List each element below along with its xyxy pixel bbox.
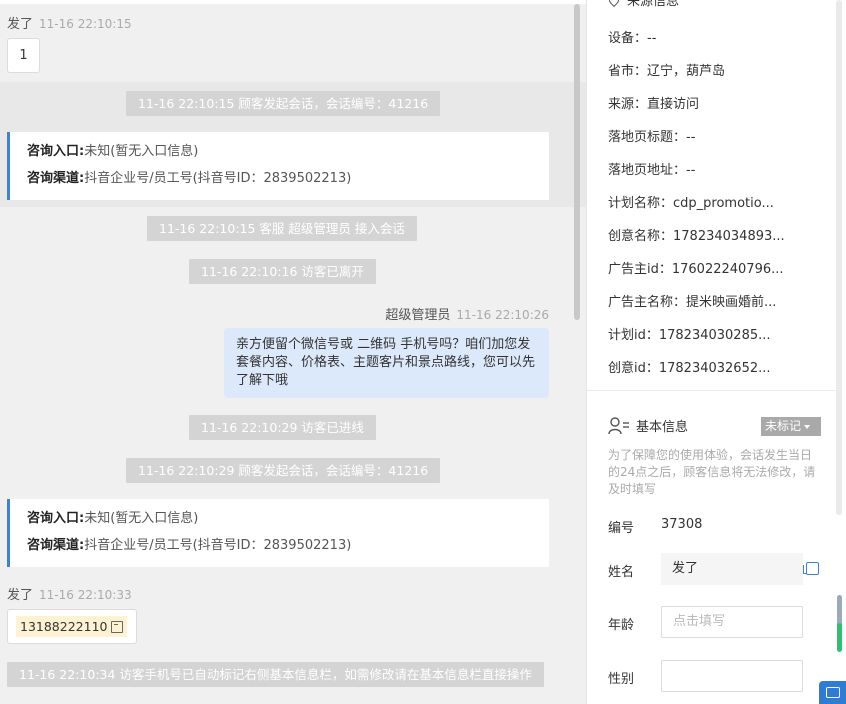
gender-field[interactable]: [661, 660, 803, 692]
chat-scrollbar[interactable]: [574, 4, 580, 320]
id-label: 编号: [608, 521, 635, 536]
source-row-advertiser-id: 广告主id：176022240796...: [608, 262, 784, 277]
entry-value: 未知(暂无入口信息): [84, 144, 199, 159]
message-line: 了解下哦: [236, 373, 289, 388]
name-field[interactable]: 发了: [661, 553, 803, 585]
message-line: 亲方便留个微信号或 二维码 手机号吗？咱们加您发: [236, 337, 531, 352]
source-row-source: 来源：直接访问: [608, 97, 700, 112]
copy-icon[interactable]: [111, 620, 124, 633]
source-row-advertiser-name: 广告主名称：提米映画婚前...: [608, 295, 777, 310]
location-icon: [606, 0, 622, 8]
entry-value: 未知(暂无入口信息): [84, 511, 199, 526]
message-header: 发了 11-16 22:10:33: [7, 584, 132, 603]
person-icon: [608, 416, 629, 434]
source-row-landing-url: 落地页地址：--: [608, 163, 696, 178]
channel-label: 咨询渠道:: [27, 171, 85, 186]
source-row-region: 省市：辽宁，葫芦岛: [608, 64, 726, 79]
channel-value: 抖音企业号/员工号(抖音号ID：2839502213): [84, 538, 352, 553]
basic-info-header: 基本信息: [608, 416, 688, 435]
sender-name: 发了: [7, 588, 34, 603]
tag-dropdown[interactable]: 未标记: [761, 417, 821, 436]
message-time: 11-16 22:10:26: [456, 308, 549, 322]
sender-name: 发了: [7, 17, 34, 32]
side-scrollbar-track[interactable]: [836, 0, 842, 515]
entry-label: 咨询入口:: [27, 144, 85, 159]
side-scrollbar-thumb[interactable]: [837, 595, 842, 652]
gender-label: 性别: [608, 672, 635, 687]
channel-label: 咨询渠道:: [27, 538, 85, 553]
system-notice: 11-16 22:10:16 访客已离开: [189, 259, 376, 284]
source-row-plan-id: 计划id：178234030285...: [608, 328, 771, 343]
consult-info-card: 咨询入口:未知(暂无入口信息) 咨询渠道:抖音企业号/员工号(抖音号ID：283…: [7, 132, 549, 200]
chat-float-button[interactable]: [819, 681, 846, 704]
basic-info-title: 基本信息: [636, 420, 689, 435]
phone-highlight[interactable]: 13188222110: [16, 616, 128, 637]
visitor-phone-bubble: 13188222110: [7, 609, 137, 644]
system-notice: 11-16 22:10:29 顾客发起会话，会话编号：41216: [126, 458, 441, 483]
name-label: 姓名: [608, 565, 635, 580]
source-row-creative-name: 创意名称：178234034893...: [608, 229, 785, 244]
age-field[interactable]: 点击填写: [661, 606, 803, 638]
edit-deadline-hint: 为了保障您的使用体验，会话发生当日的24点之后，顾客信息将无法修改，请及时填写: [608, 448, 816, 496]
message-time: 11-16 22:10:15: [39, 17, 132, 31]
source-row-device: 设备：--: [608, 31, 657, 46]
visitor-message-bubble: 1: [7, 38, 40, 73]
chat-panel[interactable]: 发了 11-16 22:10:15 1 11-16 22:10:15 顾客发起会话…: [0, 0, 586, 704]
consult-info-card: 咨询入口:未知(暂无入口信息) 咨询渠道:抖音企业号/员工号(抖音号ID：283…: [7, 499, 549, 567]
system-notice: 11-16 22:10:15 客服 超级管理员 接入会话: [147, 216, 417, 241]
copy-icon[interactable]: [803, 562, 819, 575]
entry-label: 咨询入口:: [27, 511, 85, 526]
source-row-plan-name: 计划名称：cdp_promotio...: [608, 196, 774, 211]
agent-message-bubble: 亲方便留个微信号或 二维码 手机号吗？咱们加您发 套餐内容、价格表、主题客片和景…: [224, 328, 549, 398]
source-info-header: 来源信息: [606, 0, 680, 9]
customer-info-panel: 来源信息 设备：-- 省市：辽宁，葫芦岛 来源：直接访问 落地页标题：-- 落地…: [586, 0, 846, 704]
chat-top-edge: [0, 0, 586, 4]
phone-number: 13188222110: [20, 619, 108, 634]
id-value: 37308: [661, 517, 703, 532]
message-time: 11-16 22:10:33: [39, 588, 132, 602]
message-header: 发了 11-16 22:10:15: [7, 13, 132, 32]
tag-dropdown-label: 未标记: [765, 419, 802, 433]
source-info-title: 来源信息: [627, 0, 680, 9]
source-row-landing-title: 落地页标题：--: [608, 130, 696, 145]
age-label: 年龄: [608, 618, 635, 633]
section-divider: [587, 390, 839, 391]
caret-down-icon: [804, 424, 811, 429]
system-notice: 11-16 22:10:29 访客已进线: [189, 415, 376, 440]
channel-value: 抖音企业号/员工号(抖音号ID：2839502213): [84, 171, 352, 186]
source-row-creative-id: 创意id：178234032652...: [608, 361, 771, 376]
sender-name: 超级管理员: [385, 308, 451, 323]
system-notice: 11-16 22:10:15 顾客发起会话，会话编号：41216: [126, 91, 441, 116]
message-line: 套餐内容、价格表、主题客片和景点路线，您可以先: [236, 355, 536, 370]
system-notice: 11-16 22:10:34 访客手机号已自动标记右侧基本信息栏，如需修改请在基…: [7, 662, 544, 687]
message-header: 超级管理员 11-16 22:10:26: [385, 304, 549, 323]
